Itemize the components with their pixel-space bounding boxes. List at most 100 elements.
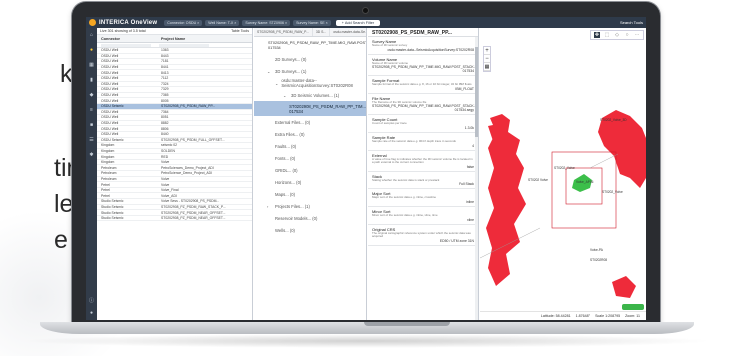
- tree-node-label: Faults... (0): [275, 143, 297, 149]
- tree-node-label: Maps... (0): [275, 191, 296, 197]
- cell-connector: Kingdom: [101, 154, 115, 159]
- attribute-value: ED50 / UTM zone 31N: [439, 238, 474, 243]
- polygon-icon[interactable]: ◇: [614, 32, 620, 38]
- attribute-value: Full Stack: [459, 182, 474, 187]
- add-search-filter-button[interactable]: + Add Search Filter: [335, 19, 381, 26]
- chart-icon[interactable]: ▮: [89, 77, 95, 83]
- app-title: INTERICA OneView: [99, 19, 158, 26]
- filter-chip-well-name[interactable]: Well Name: T-X ×: [205, 19, 240, 26]
- tree-node[interactable]: Reservoir Models... (0): [254, 212, 366, 224]
- zoom-in-button[interactable]: +: [484, 47, 490, 55]
- cell-connector: OSDU Well: [101, 81, 119, 86]
- chevron-icon[interactable]: ⌄: [267, 69, 275, 74]
- filter-chip-connector[interactable]: Connector: OSDU ×: [164, 19, 203, 26]
- map-label-7: ST0202R08: [590, 258, 608, 262]
- search-icon[interactable]: ●: [89, 47, 95, 53]
- attribute-value: ST0202908_PS_PSDM_RAW_PP_TIME.MIG_RAW.PO…: [372, 65, 479, 74]
- info-icon[interactable]: ⓘ: [89, 298, 95, 304]
- cell-connector: Studio Seismic: [101, 204, 124, 209]
- cell-connector: Kingdom: [101, 148, 115, 153]
- cell-project-name: ST0202908_PZ_PSDM_RAW_STACK_P...: [161, 204, 226, 209]
- tree-tab[interactable]: ST0202908_PS_PSDM_RAW_P...: [254, 28, 313, 36]
- map-canvas[interactable]: [480, 28, 646, 320]
- laptop-shadow: [20, 334, 714, 348]
- slide: k ting le e INTERICA OneView Connector: …: [0, 0, 733, 356]
- column-header-project-name[interactable]: Project Name: [161, 37, 252, 41]
- filter-chip-survey-name-2[interactable]: Survey Name: SE ×: [293, 19, 331, 26]
- cell-project-name: Volve Sess - ST0202908_PS_PSDM...: [161, 199, 220, 204]
- tree-node-label: Projects Files... (1): [275, 203, 310, 209]
- tree-tab[interactable]: osdu-master-data-Se...: [330, 28, 366, 36]
- table-toolbar: Live 301 showing of 3.5 total Table Tool…: [97, 28, 252, 35]
- tree-node[interactable]: GRIDL... (0): [254, 164, 366, 176]
- tree-node[interactable]: 2D Surveys... (0): [254, 53, 366, 65]
- cell-connector: OSDU Well: [101, 93, 119, 98]
- cell-project-name: 8413: [161, 70, 169, 75]
- home-icon[interactable]: ⌂: [89, 32, 95, 38]
- folder-icon[interactable]: ■: [89, 122, 95, 128]
- cell-connector: Petroleum: [101, 176, 117, 181]
- background-text-3: le: [54, 190, 74, 218]
- tree-node[interactable]: ⌄ 3D Seismic Volumes... (1): [254, 89, 366, 101]
- chevron-icon[interactable]: ›: [267, 204, 275, 209]
- tree-node-label: ST0202908_PS_PSDM_RAW_PP_TIM... 017534: [289, 103, 366, 114]
- column-header-connector[interactable]: Connector: [97, 37, 161, 41]
- tree-node[interactable]: Faults... (0): [254, 140, 366, 152]
- map-label-2: ST0202_Volve_3D: [600, 118, 627, 122]
- tree-root-title: ST0202908_PS_PSDM_RAW_PP_TIME.MIG_RAW.PO…: [268, 41, 366, 50]
- attribute-section: Major Sort Major sort of the seismic data…: [368, 189, 478, 207]
- list-icon[interactable]: ☰: [89, 137, 95, 143]
- cell-connector: OSDU Well: [101, 53, 119, 58]
- tree-node[interactable]: Maps... (0): [254, 188, 366, 200]
- attribute-section: Stack Stating whether the seismic data is…: [368, 172, 478, 190]
- cell-project-name: PetroScience_Demo_Project_ADI: [161, 171, 213, 176]
- layers-icon[interactable]: ≡: [89, 107, 95, 113]
- dots-icon[interactable]: ⋯: [634, 32, 640, 38]
- chevron-icon[interactable]: ⌄: [283, 93, 291, 98]
- cell-project-name: 8806: [161, 126, 169, 131]
- zoom-control: + − ▦: [483, 46, 491, 72]
- cell-project-name: seismic 02: [161, 143, 178, 148]
- tree-node[interactable]: Extra Files... (0): [254, 128, 366, 140]
- filter-chip-survey-name[interactable]: Survey Name: STZ0906 ×: [242, 19, 291, 26]
- tree-node[interactable]: › Projects Files... (1): [254, 200, 366, 212]
- layers-button[interactable]: ▦: [484, 63, 490, 71]
- background-text-4: e: [54, 226, 68, 254]
- zoom-out-button[interactable]: −: [484, 55, 490, 63]
- cell-project-name: 8441: [161, 65, 169, 70]
- select-icon[interactable]: ⬚: [604, 32, 610, 38]
- laptop-base: [40, 322, 694, 334]
- detail-scrollbar[interactable]: [475, 37, 478, 320]
- table-row[interactable]: Studio Seismic ST0202908_PZ_PSDM_NEAR_OFF…: [97, 216, 252, 222]
- map-panel[interactable]: ST0202 Volve ST0202_Volve_3D ST0202_Volv…: [480, 28, 646, 320]
- circle-icon[interactable]: ○: [624, 32, 630, 38]
- cell-connector: Petrel: [101, 188, 110, 193]
- tree-node[interactable]: Wells... (0): [254, 224, 366, 236]
- table-count-label: Live 301 showing of 3.5 total: [100, 29, 146, 33]
- user-icon[interactable]: ●: [89, 310, 95, 316]
- tree-node[interactable]: Horizons... (0): [254, 176, 366, 188]
- laptop-notch: [364, 322, 450, 326]
- tree-node[interactable]: Fonts... (0): [254, 152, 366, 164]
- table-icon[interactable]: ▦: [89, 62, 95, 68]
- attribute-section: Sample Count Count of samples per trace 1.…: [368, 115, 478, 133]
- laptop-lid: INTERICA OneView Connector: OSDU × Well …: [72, 2, 660, 325]
- table-tools-button[interactable]: Table Tools: [231, 29, 249, 33]
- cell-project-name: ST0202908_PZ_PSDM_NEAR_OFFSET...: [161, 210, 226, 215]
- tree-node[interactable]: External Files... (0): [254, 116, 366, 128]
- tree-tab[interactable]: 3D S...: [313, 28, 331, 36]
- map-toolbar: ✥ ⬚ ◇ ○ ⋯: [590, 30, 644, 40]
- results-table-panel: Live 301 showing of 3.5 total Table Tool…: [97, 28, 253, 320]
- cell-project-name: 8005: [161, 98, 169, 103]
- settings-icon[interactable]: ✱: [89, 152, 95, 158]
- tree-node[interactable]: ⌄ osdu:master-data--SeismicAcquisitionSur…: [254, 77, 366, 89]
- tree-node[interactable]: ⌄ 3D Surveys... (1): [254, 65, 366, 77]
- map-pin-icon[interactable]: ◆: [89, 92, 95, 98]
- attribute-section: Minor Sort Minor sort of the seismic data…: [368, 207, 478, 225]
- search-tools-button[interactable]: Search Tools: [620, 20, 643, 25]
- tree-node[interactable]: ST0202908_PS_PSDM_RAW_PP_TIM... 017534: [254, 101, 366, 116]
- tree-node-label: 3D Surveys... (1): [275, 68, 307, 74]
- pan-icon[interactable]: ✥: [594, 32, 600, 38]
- map-action-button[interactable]: [622, 304, 644, 310]
- cell-connector: OSDU Seismic: [101, 137, 124, 142]
